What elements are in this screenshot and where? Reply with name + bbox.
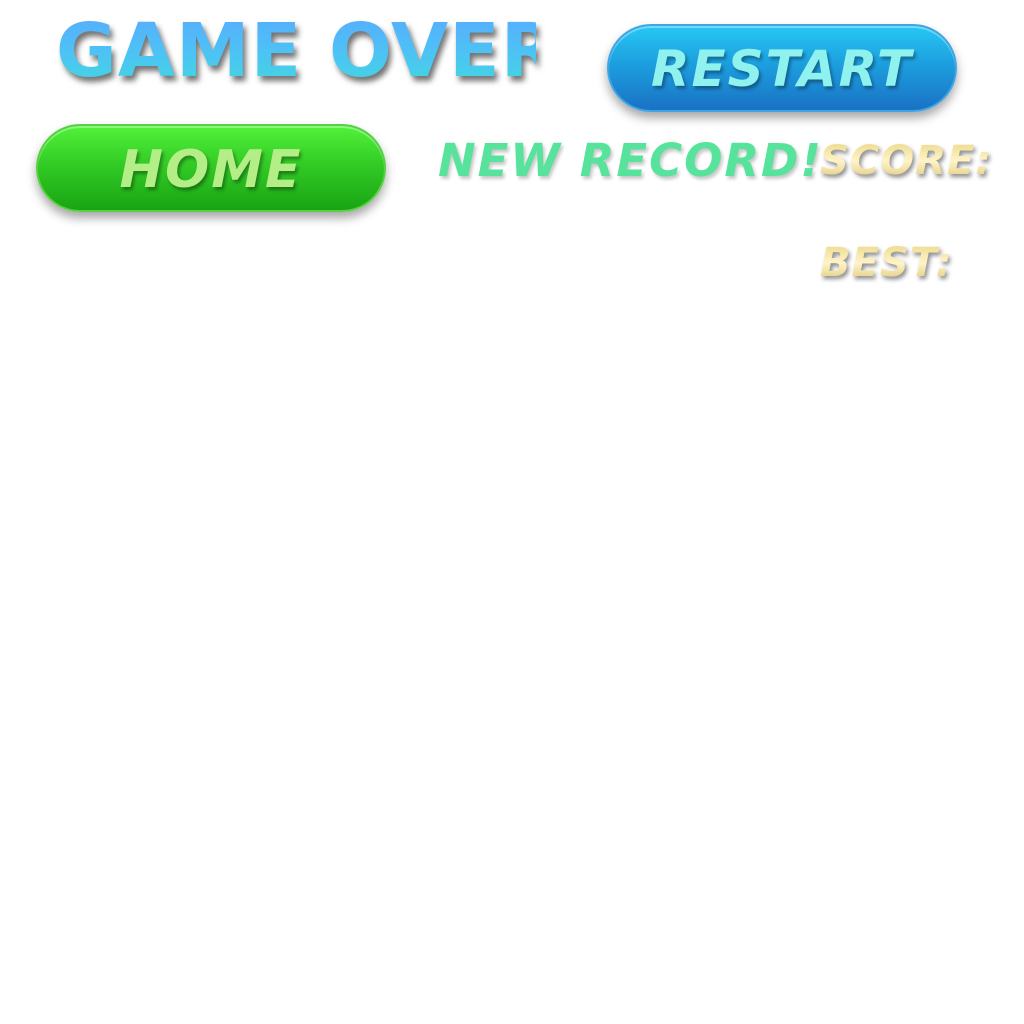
best-label: BEST: [820, 236, 1010, 290]
game-over-screen: GAME OVER RESTART HOME NEW RECORD! SCORE… [0, 0, 1024, 1024]
home-button-label: HOME [119, 140, 303, 200]
restart-button[interactable]: RESTART [607, 24, 957, 112]
new-record-label: NEW RECORD! [438, 134, 823, 187]
game-over-title: GAME OVER [56, 8, 559, 94]
home-button[interactable]: HOME [36, 124, 386, 212]
restart-button-label: RESTART [651, 40, 913, 98]
score-label: SCORE: [820, 134, 1010, 188]
